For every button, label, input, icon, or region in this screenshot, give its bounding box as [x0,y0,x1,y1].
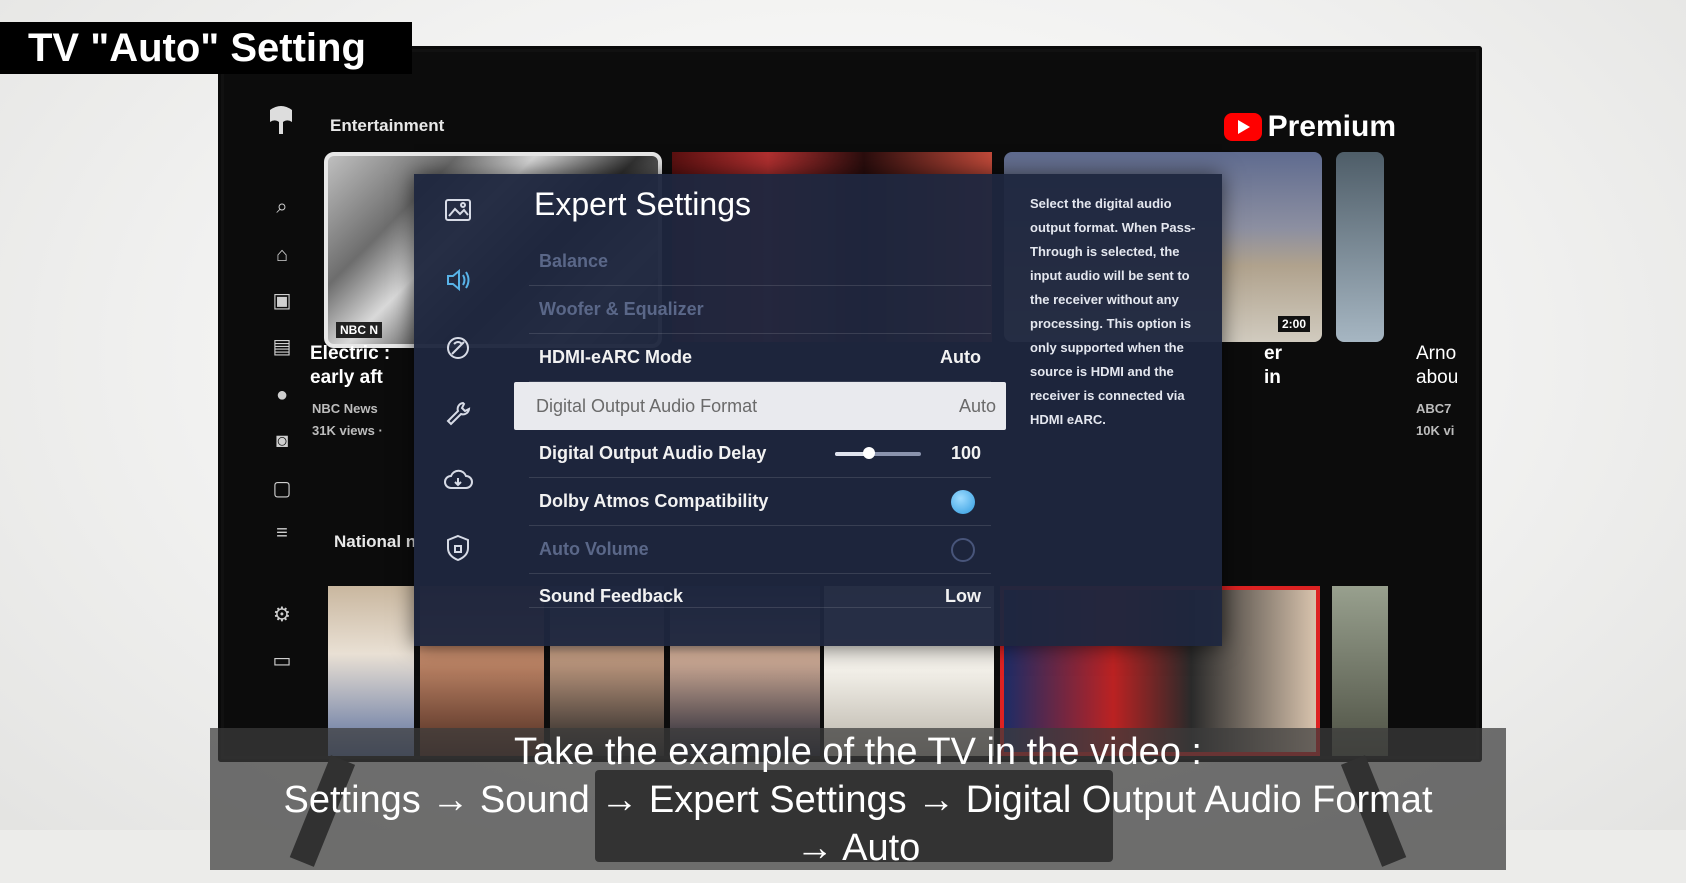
panel-title: Expert Settings [534,186,751,222]
youtube-profile-icon[interactable] [266,102,296,138]
shorts-icon[interactable]: ▣ [262,286,302,316]
caption-line: → Auto [795,827,921,869]
menu-item-hdmi-earc-mode[interactable]: HDMI-eARC Mode Auto [529,334,991,382]
video-meta: ABC7 10K vi [1416,401,1455,438]
music-icon[interactable]: ● [262,380,302,410]
video-title: Arno abou [1416,343,1459,388]
overlay-title: TV "Auto" Setting [0,22,412,74]
video-caption: Take the example of the TV in the video … [210,728,1506,870]
expert-settings-panel: Expert Settings Balance Woofer & Equaliz… [414,174,1222,646]
caption-line: Settings → Sound → Expert Settings → Dig… [283,779,1433,821]
home-icon[interactable]: ⌂ [262,240,302,270]
slider-knob[interactable] [863,446,876,459]
youtube-premium-logo: Premium [1223,110,1396,144]
video-duration: 2:00 [1277,316,1310,332]
youtube-section-label: Entertainment [330,116,445,135]
menu-item-digital-output-audio-delay[interactable]: Digital Output Audio Delay 100 [529,430,991,478]
toggle-off [951,537,975,562]
privacy-shield-icon[interactable] [436,526,480,570]
tv-screen: Entertainment Premium ⌕ ⌂ ▣ ▤ ● ◙ ▢ ≡ ⚙ … [224,52,1476,756]
toggle-on[interactable] [951,489,975,514]
subscriptions-icon[interactable]: ▤ [262,332,302,362]
menu-item-sound-feedback[interactable]: Sound Feedback Low [529,574,991,608]
video-title: Electric : early aft [310,343,391,388]
menu-item-digital-output-audio-format[interactable]: Digital Output Audio Format Auto [514,382,1006,430]
support-icon[interactable] [436,392,480,436]
menu-item-woofer-equalizer: Woofer & Equalizer [529,286,991,334]
library-icon[interactable]: ▢ [262,474,302,504]
menu-item-dolby-atmos-compatibility[interactable]: Dolby Atmos Compatibility [529,478,991,526]
youtube-play-icon [1223,113,1262,141]
broadcast-icon[interactable] [436,326,480,370]
gear-icon[interactable]: ⚙ [262,600,302,630]
search-icon[interactable]: ⌕ [262,192,302,222]
settings-category-rail [414,174,504,646]
sound-icon[interactable] [436,258,480,302]
cast-icon[interactable]: ▭ [262,646,302,676]
menu-icon[interactable]: ≡ [262,518,302,548]
caption-line: Take the example of the TV in the video … [514,731,1202,773]
thumb-badge: NBC N [336,322,382,338]
youtube-section-label: National n [334,532,417,551]
premium-label: Premium [1267,110,1396,143]
delay-slider[interactable] [834,446,921,459]
picture-icon[interactable] [436,188,480,232]
video-thumbnail[interactable] [1336,152,1384,342]
menu-item-balance: Balance [529,238,991,286]
menu-item-auto-volume: Auto Volume [529,526,991,574]
video-title: er in [1264,343,1282,388]
gaming-icon[interactable]: ◙ [262,426,302,456]
video-meta: NBC News 31K views · [312,401,383,438]
cloud-update-icon[interactable] [436,458,480,502]
help-text: Select the digital audio output format. … [1030,196,1196,427]
